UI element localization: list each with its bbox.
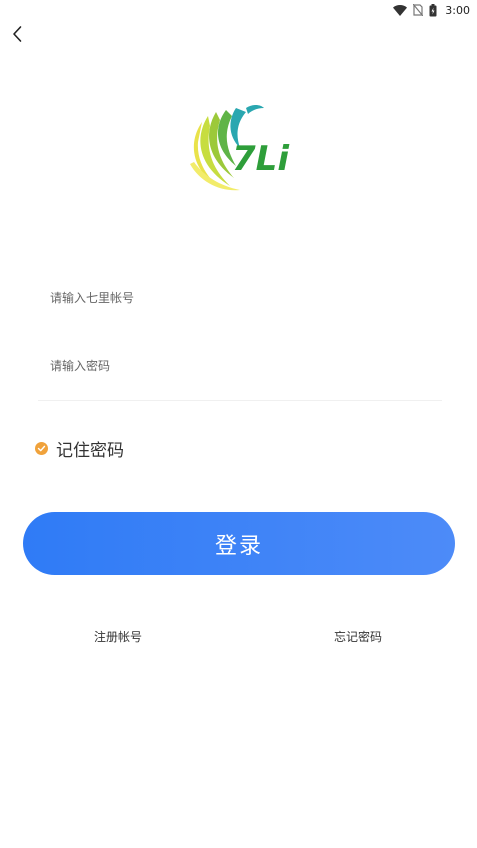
account-input[interactable] <box>38 278 442 318</box>
chevron-left-icon <box>11 25 23 47</box>
app-logo: 7Li <box>180 102 300 194</box>
login-screen: 3:00 7Li 记住密码 <box>0 0 477 848</box>
battery-icon <box>429 3 437 17</box>
input-divider <box>38 400 442 401</box>
account-field <box>38 278 442 318</box>
password-input[interactable] <box>38 346 442 386</box>
remember-password-label: 记住密码 <box>56 440 124 461</box>
back-button[interactable] <box>6 24 28 48</box>
no-sim-icon <box>413 4 424 16</box>
login-button[interactable]: 登录 <box>23 512 455 575</box>
status-time: 3:00 <box>445 3 470 17</box>
logo-text: 7Li <box>232 139 290 179</box>
checkbox-checked-icon[interactable] <box>35 441 48 455</box>
password-field <box>38 346 442 386</box>
forgot-password-link[interactable]: 忘记密码 <box>334 628 382 645</box>
login-button-label: 登录 <box>214 532 263 558</box>
register-link[interactable]: 注册帐号 <box>94 628 142 645</box>
status-bar: 3:00 <box>0 0 477 20</box>
remember-password-toggle[interactable]: 记住密码 <box>35 436 124 461</box>
wifi-icon <box>393 4 408 16</box>
